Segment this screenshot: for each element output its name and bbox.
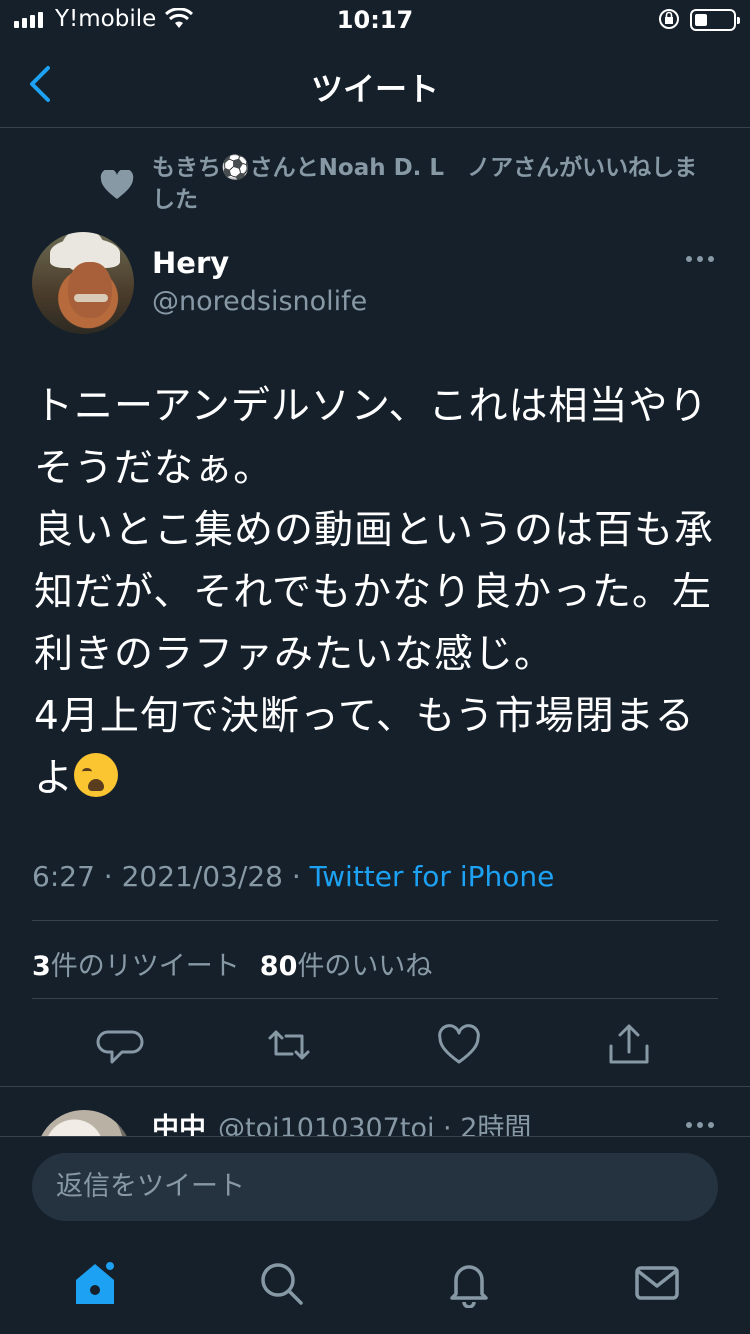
tweet-body: トニーアンデルソン、これは相当やりそうだなぁ。 良いとこ集めの動画というのは百も… [34, 376, 724, 810]
tweet-source-link[interactable]: Twitter for iPhone [310, 860, 555, 893]
author-handle[interactable]: @noredsisnolife [152, 286, 367, 317]
liked-by-text: もきち⚽️さんとNoah D. L ノアさんがいいねしました [152, 155, 698, 213]
tab-bar [0, 1240, 750, 1334]
more-options-icon[interactable] [686, 1122, 714, 1128]
author-name[interactable]: Hery [152, 246, 229, 280]
retweet-count: 3 [32, 951, 51, 982]
page-title: ツイート [310, 70, 439, 108]
home-icon[interactable] [70, 1258, 120, 1308]
divider [32, 920, 718, 921]
crying-face-emoji-icon [74, 753, 119, 797]
reply-author-handle-time[interactable]: @toi1010307toi · 2時間 [218, 1106, 531, 1136]
tweet-meta: 6:27 · 2021/03/28 · Twitter for iPhone [32, 860, 554, 893]
battery-icon [690, 9, 740, 31]
orientation-lock-icon [659, 9, 679, 29]
reply-tweet-preview[interactable]: 中中 @toi1010307toi · 2時間 [0, 1086, 750, 1136]
avatar[interactable] [32, 232, 134, 334]
share-icon[interactable] [602, 1018, 656, 1072]
retweet-label: 件のリツイート [50, 951, 240, 982]
tweet-actions [0, 1018, 750, 1072]
more-options-icon[interactable] [686, 256, 714, 262]
tweet-timestamp: 6:27 · 2021/03/28 · [32, 860, 310, 893]
divider [32, 998, 718, 999]
heart-icon [100, 170, 134, 199]
tweet-text: トニーアンデルソン、これは相当やりそうだなぁ。 良いとこ集めの動画というのは百も… [34, 384, 715, 801]
navigation-bar: ツイート [0, 40, 750, 128]
retweet-stat[interactable]: 3件のリツイート [32, 951, 240, 982]
like-stat[interactable]: 80件のいいね [260, 951, 433, 982]
retweet-icon[interactable] [262, 1018, 316, 1072]
tweet-stats: 3件のリツイート 80件のいいね [32, 944, 432, 983]
like-label: 件のいいね [297, 951, 433, 982]
reply-input[interactable]: 返信をツイート [32, 1153, 718, 1221]
clock: 10:17 [336, 6, 414, 34]
messages-icon[interactable] [632, 1258, 682, 1308]
tweet-author: Hery @noredsisnolife [32, 232, 718, 336]
search-icon[interactable] [256, 1258, 306, 1308]
like-icon[interactable] [432, 1018, 486, 1072]
status-bar: Y!mobile 10:17 [0, 0, 750, 40]
like-count: 80 [259, 951, 298, 982]
reply-author-name[interactable]: 中中 [152, 1106, 206, 1136]
reply-composer: 返信をツイート [0, 1136, 750, 1240]
avatar[interactable] [36, 1110, 132, 1136]
notifications-icon[interactable] [444, 1258, 494, 1308]
reply-icon[interactable] [92, 1018, 146, 1072]
